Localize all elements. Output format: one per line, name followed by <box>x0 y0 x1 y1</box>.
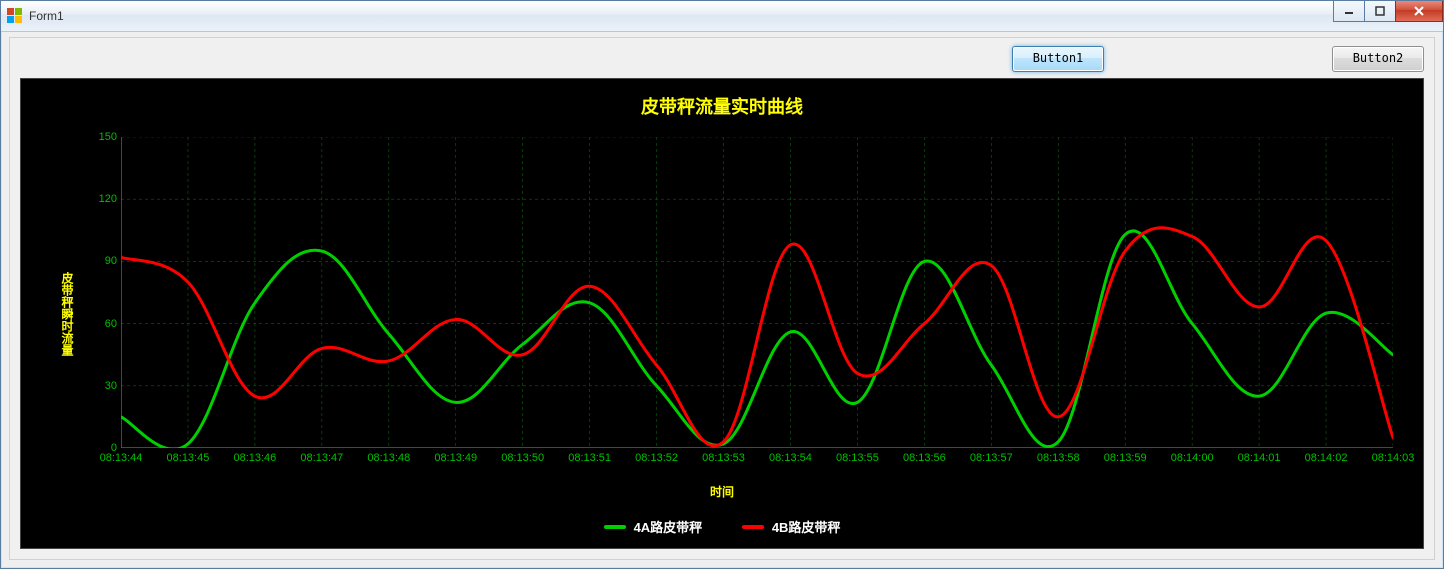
x-tick: 08:13:44 <box>100 452 143 464</box>
window-controls <box>1334 1 1443 21</box>
x-tick: 08:13:55 <box>836 452 879 464</box>
plot-area <box>121 137 1393 448</box>
legend-swatch-a <box>604 525 626 529</box>
x-tick: 08:13:49 <box>434 452 477 464</box>
x-tick: 08:13:54 <box>769 452 812 464</box>
x-tick: 08:13:51 <box>568 452 611 464</box>
legend-swatch-b <box>742 525 764 529</box>
x-axis-label: 时间 <box>21 483 1423 500</box>
x-tick: 08:13:52 <box>635 452 678 464</box>
legend: 4A路皮带秤 4B路皮带秤 <box>21 517 1423 537</box>
x-tick: 08:14:01 <box>1238 452 1281 464</box>
chart-panel: 皮带秤流量实时曲线 皮带秤瞬时流量 时间 0306090120150 08:13… <box>20 78 1424 549</box>
y-tick: 120 <box>81 193 117 205</box>
y-axis-label: 皮带秤瞬时流量 <box>59 272 76 356</box>
y-tick: 150 <box>81 131 117 143</box>
x-tick: 08:13:56 <box>903 452 946 464</box>
x-tick: 08:13:48 <box>367 452 410 464</box>
x-tick: 08:13:57 <box>970 452 1013 464</box>
x-tick: 08:14:03 <box>1372 452 1415 464</box>
x-tick-labels: 08:13:4408:13:4508:13:4608:13:4708:13:48… <box>121 452 1393 470</box>
x-tick: 08:13:53 <box>702 452 745 464</box>
y-tick-labels: 0306090120150 <box>81 137 117 448</box>
chart-svg <box>121 137 1393 448</box>
client-area: Button1 Button2 皮带秤流量实时曲线 皮带秤瞬时流量 时间 030… <box>9 37 1435 560</box>
legend-label-b: 4B路皮带秤 <box>772 517 841 536</box>
x-tick: 08:13:45 <box>167 452 210 464</box>
legend-item-b: 4B路皮带秤 <box>742 517 841 536</box>
maximize-button[interactable] <box>1364 1 1396 22</box>
titlebar[interactable]: Form1 <box>1 1 1443 32</box>
x-tick: 08:13:59 <box>1104 452 1147 464</box>
x-tick: 08:13:46 <box>233 452 276 464</box>
close-button[interactable] <box>1395 1 1443 22</box>
minimize-button[interactable] <box>1333 1 1365 22</box>
window-title: Form1 <box>29 9 64 23</box>
app-window: Form1 Button1 Button2 皮带秤流量实时曲线 皮带秤瞬时流量 … <box>0 0 1444 569</box>
button-row: Button1 Button2 <box>10 46 1424 72</box>
x-tick: 08:14:02 <box>1305 452 1348 464</box>
button2[interactable]: Button2 <box>1332 46 1424 72</box>
legend-label-a: 4A路皮带秤 <box>634 517 703 536</box>
chart-title: 皮带秤流量实时曲线 <box>21 93 1423 119</box>
app-icon <box>7 8 23 24</box>
x-tick: 08:13:58 <box>1037 452 1080 464</box>
y-tick: 30 <box>81 380 117 392</box>
x-tick: 08:13:50 <box>501 452 544 464</box>
legend-item-a: 4A路皮带秤 <box>604 517 703 536</box>
y-tick: 90 <box>81 255 117 267</box>
y-tick: 60 <box>81 318 117 330</box>
button1[interactable]: Button1 <box>1012 46 1104 72</box>
x-tick: 08:14:00 <box>1171 452 1214 464</box>
x-tick: 08:13:47 <box>300 452 343 464</box>
